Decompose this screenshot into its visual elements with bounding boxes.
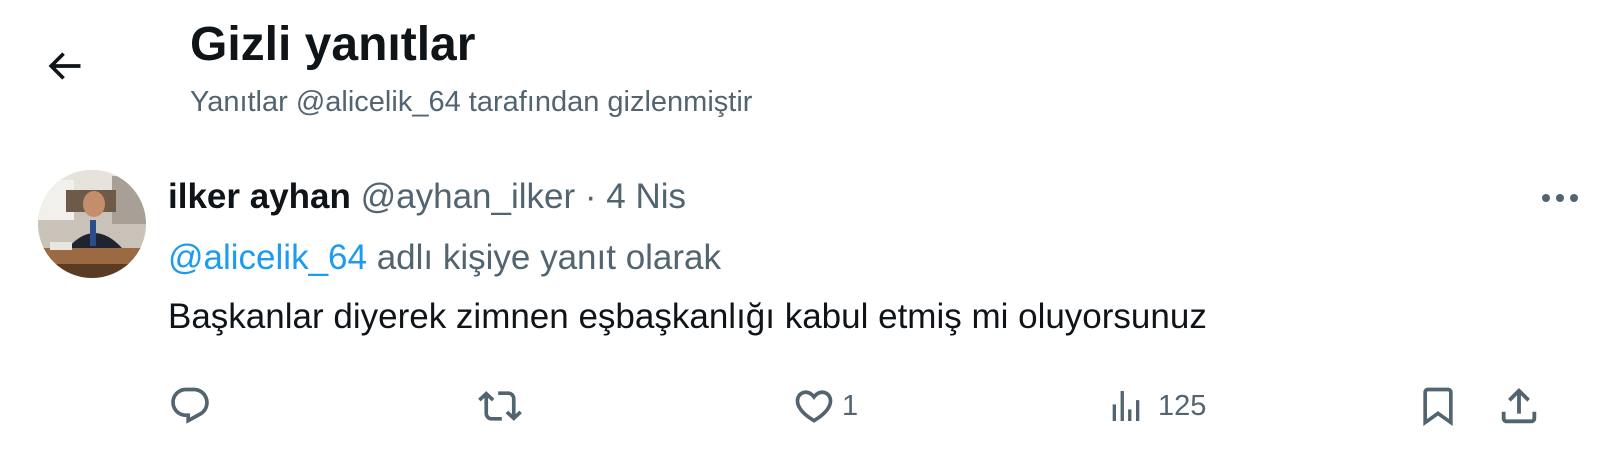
comment-bubble-icon	[168, 384, 212, 428]
like-count: 1	[842, 389, 859, 422]
more-dots-icon	[1540, 192, 1580, 204]
reply-context-text: adlı kişiye yanıt olarak	[366, 238, 722, 277]
page-title: Gizli yanıtlar	[190, 18, 476, 71]
author-name[interactable]: ilker ayhan	[168, 177, 351, 216]
bar-chart-icon	[1106, 384, 1146, 428]
retweet-icon	[476, 384, 524, 428]
arrow-left-icon	[42, 44, 86, 88]
views-count: 125	[1158, 389, 1207, 422]
reply-mention-link[interactable]: @alicelik_64	[168, 238, 367, 277]
bookmark-button[interactable]	[1416, 382, 1460, 430]
separator-dot: ·	[584, 177, 597, 216]
tweet-text: Başkanlar diyerek zimnen eşbaşkanlığı ka…	[168, 297, 1207, 336]
reply-context: @alicelik_64 adlı kişiye yanıt olarak	[168, 236, 721, 280]
bookmark-icon	[1416, 382, 1460, 430]
like-button[interactable]: 1	[792, 382, 858, 430]
more-options-button[interactable]	[1530, 178, 1590, 218]
back-button[interactable]	[28, 34, 100, 98]
share-upload-icon	[1496, 382, 1542, 430]
share-button[interactable]	[1496, 382, 1542, 430]
page-subtitle: Yanıtlar @alicelik_64 tarafından gizlenm…	[190, 86, 753, 118]
reply-button[interactable]	[168, 382, 224, 430]
tweet-date[interactable]: 4 Nis	[606, 177, 686, 216]
author-handle[interactable]: @ayhan_ilker	[361, 177, 576, 216]
heart-icon	[792, 384, 836, 428]
views-button[interactable]: 125	[1106, 382, 1206, 430]
avatar[interactable]	[38, 170, 146, 278]
retweet-button[interactable]	[476, 382, 536, 430]
